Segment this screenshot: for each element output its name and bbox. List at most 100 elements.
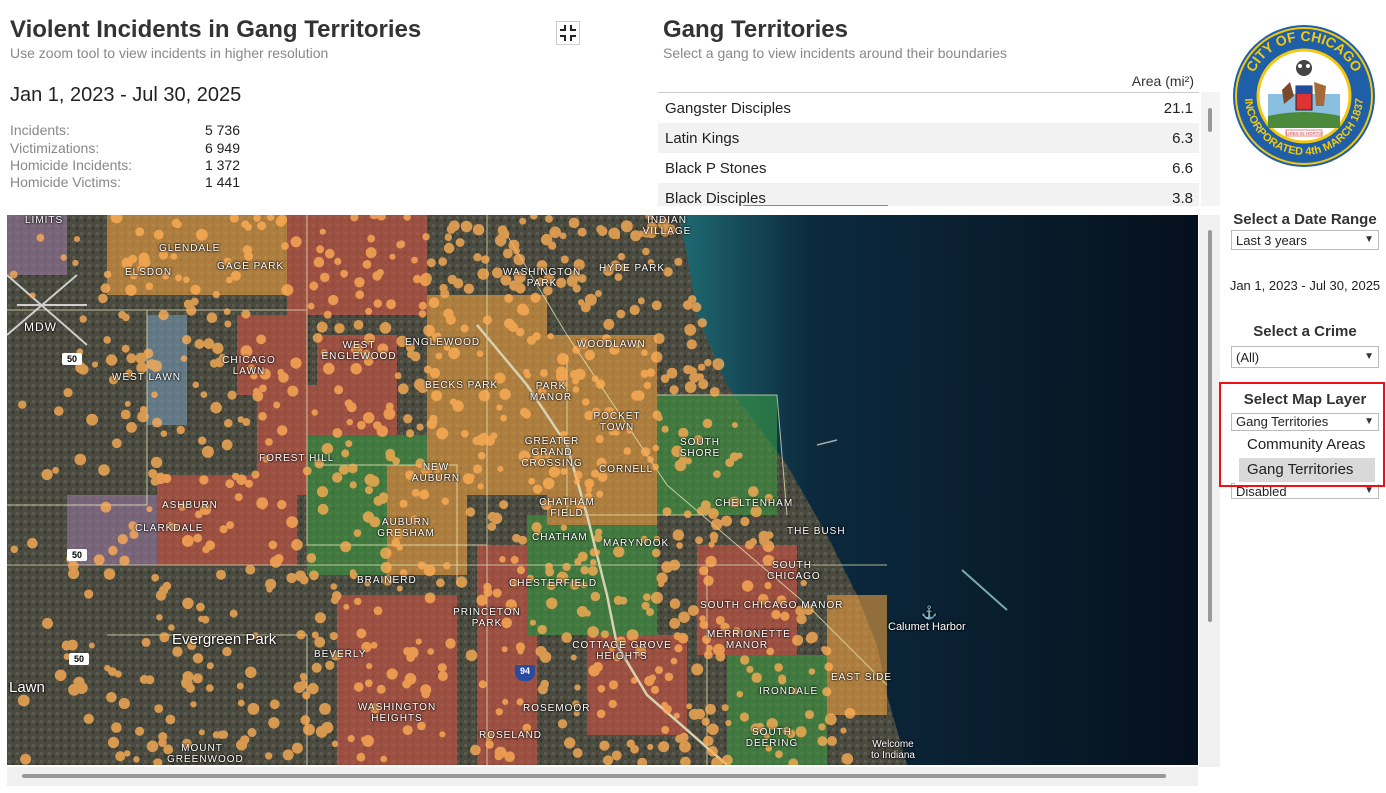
incident-dot — [764, 582, 772, 590]
incident-dot — [302, 691, 311, 700]
stat-homicide-victims: Homicide Victims: 1 441 — [10, 174, 240, 191]
incident-dot — [151, 573, 160, 582]
area-column-header[interactable]: Area (mi²) — [1100, 73, 1194, 89]
incident-dot — [265, 438, 273, 446]
incident-dot — [120, 409, 131, 420]
incident-dot — [363, 412, 375, 424]
gang-name: Gangster Disciples — [665, 99, 791, 117]
map-label: ENGLEWOOD — [405, 337, 481, 348]
incident-dot — [54, 669, 67, 682]
incident-dot — [54, 406, 64, 416]
incident-dot — [548, 241, 557, 250]
incident-dot — [774, 663, 783, 672]
incident-dot — [661, 701, 668, 709]
incident-dot — [182, 597, 194, 609]
incident-dot — [386, 299, 396, 310]
table-row[interactable]: Black Disciples 3.8 — [658, 183, 1199, 206]
incident-dot — [646, 368, 656, 377]
incident-dot — [385, 452, 396, 462]
incident-map[interactable]: LIMITS GLENDALE ELSDON GAGE PARK WASHING… — [7, 215, 1198, 765]
page-title: Violent Incidents in Gang Territories — [10, 16, 422, 43]
incident-dot — [380, 562, 392, 574]
incident-dot — [672, 529, 684, 541]
date-range-dropdown[interactable]: Last 3 years ▼ — [1231, 230, 1379, 250]
incident-dot — [221, 439, 233, 451]
incident-dot — [600, 630, 609, 639]
incident-dot — [108, 545, 118, 556]
incident-dot — [98, 464, 110, 476]
incident-dot — [637, 297, 645, 305]
incident-dot — [182, 335, 192, 345]
crime-dropdown[interactable]: (All) ▼ — [1231, 346, 1379, 368]
incident-dot — [397, 240, 406, 248]
map-label: Evergreen Park — [172, 631, 277, 648]
expand-button[interactable] — [556, 21, 580, 45]
incident-dot — [673, 712, 680, 719]
incident-dot — [346, 402, 357, 413]
incident-dot — [817, 736, 828, 747]
incident-dot — [198, 729, 205, 736]
incident-dot — [424, 592, 436, 604]
incident-dot — [196, 602, 205, 612]
incident-dot — [705, 703, 716, 715]
crime-heading: Select a Crime — [1253, 323, 1357, 340]
incident-dot — [599, 740, 610, 751]
incident-dot — [634, 390, 645, 401]
incident-dot — [545, 215, 553, 223]
map-label: SOUTH DEERING — [745, 727, 799, 749]
incident-dot — [296, 630, 306, 640]
incident-dot — [657, 581, 665, 588]
incident-dot — [516, 566, 526, 575]
incident-dot — [647, 456, 654, 463]
incident-dot — [314, 636, 326, 648]
incident-dot — [331, 740, 339, 748]
incident-dot — [175, 274, 183, 282]
incident-dot — [154, 704, 164, 713]
incident-dot — [532, 332, 541, 341]
table-row[interactable]: Gangster Disciples 21.1 — [658, 93, 1199, 123]
incident-dot — [229, 609, 238, 618]
incident-dot — [183, 276, 190, 283]
incident-dot — [478, 390, 491, 402]
incident-dot — [686, 339, 697, 350]
incident-dot — [709, 387, 720, 397]
incident-dot — [386, 668, 398, 680]
map-vertical-scroll-thumb[interactable] — [1208, 230, 1212, 622]
incident-dot — [560, 255, 569, 264]
incident-dot — [152, 417, 163, 428]
map-horizontal-scroll-thumb[interactable] — [22, 774, 1166, 778]
incident-dot — [821, 646, 828, 653]
incident-dot — [364, 679, 373, 688]
incident-dot — [473, 253, 482, 262]
incident-dot — [590, 559, 597, 566]
incident-dot — [251, 470, 260, 479]
incident-dot — [165, 714, 176, 725]
incident-dot — [355, 290, 365, 300]
incident-dot — [151, 391, 158, 398]
incident-dot — [711, 518, 723, 530]
incident-dot — [805, 633, 817, 644]
table-row[interactable]: Black P Stones 6.6 — [658, 153, 1199, 183]
incident-dot — [591, 375, 599, 383]
incident-dot — [463, 283, 475, 294]
incident-dot — [640, 447, 651, 457]
incident-dot — [232, 472, 240, 481]
gang-name: Latin Kings — [665, 129, 740, 147]
incident-dot — [41, 469, 53, 481]
incident-dot — [194, 510, 203, 519]
map-label: MERRIONETTE MANOR — [707, 629, 791, 651]
incident-dot — [306, 553, 317, 563]
incident-dot — [524, 371, 531, 379]
incident-dot — [273, 401, 281, 409]
incident-dot — [124, 400, 131, 407]
incident-dot — [688, 367, 697, 376]
incident-dot — [411, 256, 418, 264]
gang-table-scroll-thumb[interactable] — [1208, 108, 1212, 132]
incident-dot — [20, 753, 32, 765]
incident-dot — [574, 684, 581, 691]
table-row[interactable]: Latin Kings 6.3 — [658, 123, 1199, 153]
incident-dot — [611, 750, 622, 761]
incident-dot — [443, 308, 454, 319]
incident-dot — [212, 342, 224, 354]
incident-dot — [319, 228, 326, 235]
